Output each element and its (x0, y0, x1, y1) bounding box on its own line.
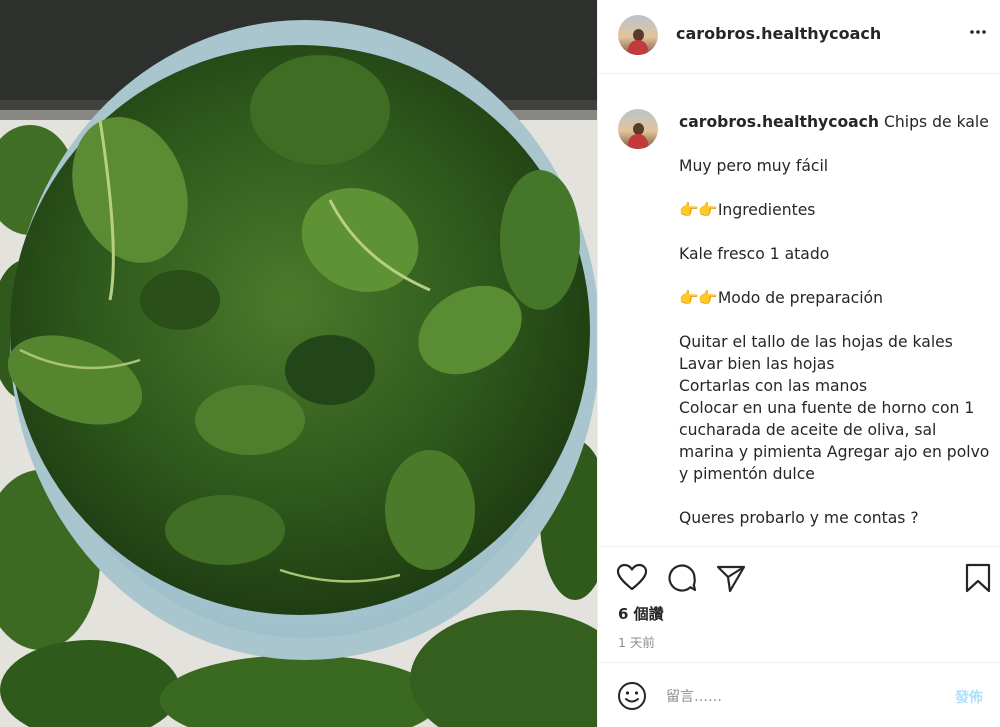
smiley-icon[interactable] (617, 681, 647, 711)
caption-line: Muy pero muy fácil (679, 155, 994, 177)
caption-line: carobros.healthycoach Chips de kale (679, 111, 994, 133)
caption-line-text: Colocar en una fuente de horno con 1 (679, 399, 975, 417)
caption-text: carobros.healthycoach Chips de kale Muy pe… (679, 111, 994, 529)
post-header: carobros.healthycoach (598, 0, 1000, 74)
caption-line-text: cucharada de aceite de oliva, sal (679, 421, 937, 439)
caption-line: y pimentón dulce (679, 463, 994, 485)
caption-line-text: Lavar bien las hojas (679, 355, 835, 373)
caption-line-text: 👉👉Ingredientes (679, 201, 816, 219)
caption-line (679, 177, 994, 199)
caption-username[interactable]: carobros.healthycoach (679, 113, 879, 131)
caption-line-text: Cortarlas con las manos (679, 377, 868, 395)
caption-line-text: Quitar el tallo de las hojas de kales (679, 333, 953, 351)
caption-line-text: Chips de kale (884, 113, 989, 131)
caption-line: cucharada de aceite de oliva, sal (679, 419, 994, 441)
post-actions: 6 個讚 1 天前 (598, 548, 1000, 663)
caption-line-text: Kale fresco 1 atado (679, 245, 830, 263)
more-horizontal-icon[interactable] (966, 20, 990, 44)
kale-chips-image (0, 0, 597, 727)
likes-count[interactable]: 6 個讚 (618, 603, 664, 624)
caption-line: 👉👉Modo de preparación (679, 287, 994, 309)
post-photo[interactable] (0, 0, 597, 727)
caption-line (679, 485, 994, 507)
caption-line-text: Queres probarlo y me contas ? (679, 509, 919, 527)
caption-line: Queres probarlo y me contas ? (679, 507, 994, 529)
caption-line (679, 309, 994, 331)
comment-input[interactable] (666, 684, 936, 710)
caption-line-text: 👉👉Modo de preparación (679, 289, 883, 307)
bookmark-icon[interactable] (962, 562, 994, 594)
caption-avatar[interactable] (618, 109, 658, 149)
caption-line (679, 133, 994, 155)
caption-line: 👉👉Ingredientes (679, 199, 994, 221)
post-timestamp[interactable]: 1 天前 (618, 632, 655, 651)
post-caption: carobros.healthycoach Chips de kale Muy pe… (598, 75, 1000, 547)
post-comment-button[interactable]: 發佈 (955, 687, 983, 707)
caption-line (679, 265, 994, 287)
caption-line-text: Muy pero muy fácil (679, 157, 829, 175)
caption-line (679, 221, 994, 243)
caption-line: marina y pimienta Agregar ajo en polvo (679, 441, 994, 463)
post-side-panel: carobros.healthycoach carobros.healthyco… (597, 0, 1000, 727)
caption-line-text: marina y pimienta Agregar ajo en polvo (679, 443, 990, 461)
caption-line: Quitar el tallo de las hojas de kales (679, 331, 994, 353)
caption-line: Colocar en una fuente de horno con 1 (679, 397, 994, 419)
avatar[interactable] (618, 15, 658, 55)
caption-line: Lavar bien las hojas (679, 353, 994, 375)
heart-icon[interactable] (616, 562, 648, 594)
caption-line-text: y pimentón dulce (679, 465, 815, 483)
paper-plane-icon[interactable] (715, 562, 747, 594)
caption-line: Cortarlas con las manos (679, 375, 994, 397)
caption-line: Kale fresco 1 atado (679, 243, 994, 265)
comment-bar: 發佈 (598, 664, 1000, 727)
comment-icon[interactable] (666, 562, 698, 594)
header-username[interactable]: carobros.healthycoach (676, 24, 881, 43)
